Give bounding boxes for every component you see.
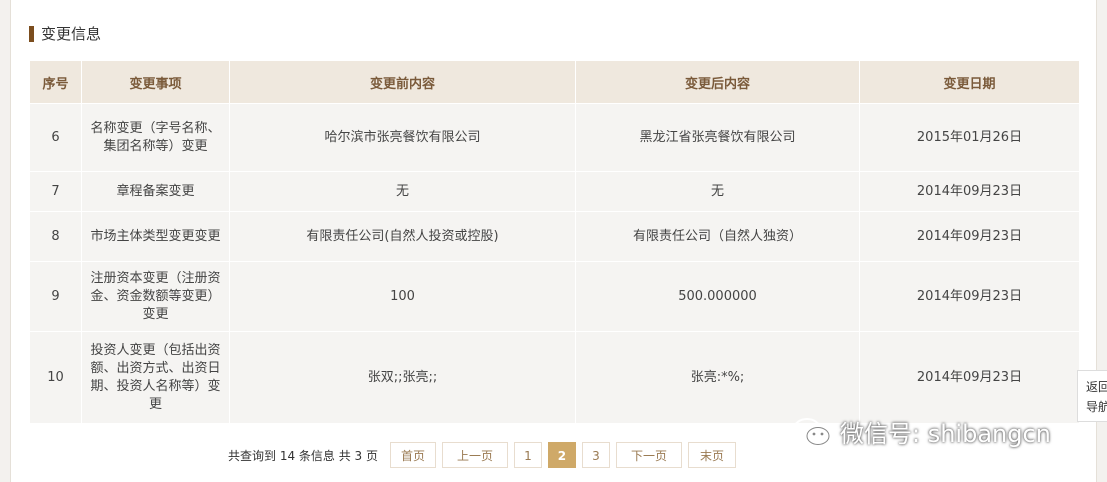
- prev-page-button[interactable]: 上一页: [441, 442, 508, 468]
- first-page-button[interactable]: 首页: [389, 442, 436, 468]
- cell-item: 市场主体类型变更变更: [81, 211, 230, 262]
- watermark: 微信号: shibangcn: [792, 414, 1051, 449]
- cell-item: 名称变更（字号名称、集团名称等）变更: [81, 103, 230, 172]
- cell-after: 无: [575, 171, 860, 212]
- cell-item: 章程备案变更: [81, 171, 230, 212]
- next-page-button[interactable]: 下一页: [615, 442, 682, 468]
- cell-before: 哈尔滨市张亮餐饮有限公司: [229, 103, 576, 172]
- cell-before: 张双;;张亮;;: [229, 331, 576, 424]
- cell-date: 2015年01月26日: [859, 103, 1080, 172]
- last-page-button[interactable]: 末页: [687, 442, 736, 468]
- cell-seq: 8: [29, 211, 82, 262]
- table-row: 6 名称变更（字号名称、集团名称等）变更 哈尔滨市张亮餐饮有限公司 黑龙江省张亮…: [29, 103, 1080, 172]
- cell-after: 黑龙江省张亮餐饮有限公司: [575, 103, 860, 172]
- pagination-info: 共查询到 14 条信息 共 3 页: [228, 448, 378, 463]
- header-after: 变更后内容: [575, 60, 860, 104]
- pagination: 共查询到 14 条信息 共 3 页 首页 上一页 1 2 3 下一页 末页: [228, 442, 736, 468]
- watermark-text: 微信号: shibangcn: [840, 420, 1051, 448]
- cell-seq: 7: [29, 171, 82, 212]
- header-before: 变更前内容: [229, 60, 576, 104]
- back-to-nav-button[interactable]: 返回导航: [1077, 370, 1107, 422]
- header-item: 变更事项: [81, 60, 230, 104]
- header-date: 变更日期: [859, 60, 1080, 104]
- cell-date: 2014年09月23日: [859, 211, 1080, 262]
- table-header-row: 序号 变更事项 变更前内容 变更后内容 变更日期: [29, 60, 1080, 104]
- cell-seq: 10: [29, 331, 82, 424]
- cell-date: 2014年09月23日: [859, 261, 1080, 332]
- wechat-icon: [793, 417, 830, 445]
- cell-item: 投资人变更（包括出资额、出资方式、出资日期、投资人名称等）变更: [81, 331, 230, 424]
- cell-after: 500.000000: [575, 261, 860, 332]
- table-row: 7 章程备案变更 无 无 2014年09月23日: [29, 171, 1080, 212]
- cell-after: 有限责任公司（自然人独资）: [575, 211, 860, 262]
- cell-before: 无: [229, 171, 576, 212]
- cell-seq: 6: [29, 103, 82, 172]
- change-table: 序号 变更事项 变更前内容 变更后内容 变更日期 6 名称变更（字号名称、集团名…: [29, 60, 1080, 424]
- section-title: 变更信息: [29, 24, 101, 44]
- cell-before: 有限责任公司(自然人投资或控股): [229, 211, 576, 262]
- page-2-button-current[interactable]: 2: [547, 442, 576, 468]
- cell-before: 100: [229, 261, 576, 332]
- header-seq: 序号: [29, 60, 82, 104]
- table-row: 9 注册资本变更（注册资金、资金数额等变更）变更 100 500.000000 …: [29, 261, 1080, 332]
- title-bar: [29, 26, 34, 42]
- page-1-button[interactable]: 1: [513, 442, 542, 468]
- cell-seq: 9: [29, 261, 82, 332]
- cell-date: 2014年09月23日: [859, 331, 1080, 424]
- cell-after: 张亮:*%;: [575, 331, 860, 424]
- cell-date: 2014年09月23日: [859, 171, 1080, 212]
- section-title-text: 变更信息: [41, 25, 102, 43]
- table-row: 10 投资人变更（包括出资额、出资方式、出资日期、投资人名称等）变更 张双;;张…: [29, 331, 1080, 424]
- table-row: 8 市场主体类型变更变更 有限责任公司(自然人投资或控股) 有限责任公司（自然人…: [29, 211, 1080, 262]
- content-panel: 变更信息 序号 变更事项 变更前内容 变更后内容 变更日期 6 名称变更（字号名…: [10, 0, 1097, 482]
- page-3-button[interactable]: 3: [581, 442, 610, 468]
- cell-item: 注册资本变更（注册资金、资金数额等变更）变更: [81, 261, 230, 332]
